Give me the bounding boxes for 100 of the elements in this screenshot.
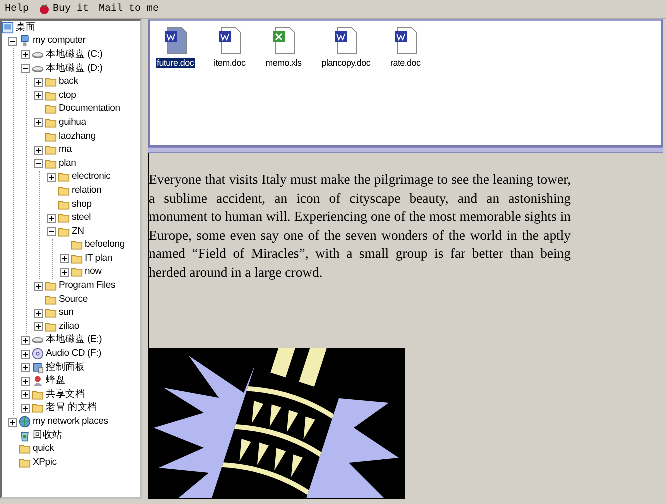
tree-item[interactable]: laozhang (59, 130, 96, 143)
file-name[interactable]: plancopy.doc (320, 58, 372, 68)
tree-item[interactable]: shop (72, 198, 92, 211)
expand-toggle[interactable] (34, 91, 43, 100)
collapse-toggle[interactable] (47, 227, 56, 236)
tree-item[interactable]: Program Files (59, 280, 116, 292)
tree-item[interactable]: ctop (59, 90, 76, 102)
plus-icon (47, 172, 56, 182)
folder-icon (45, 294, 57, 306)
tree-item[interactable]: 本地磁盘 (C:) (46, 48, 103, 61)
file-name[interactable]: memo.xls (264, 58, 303, 68)
file-name[interactable]: item.doc (213, 58, 247, 68)
spreadsheet-file-icon (272, 27, 296, 55)
expand-toggle[interactable] (34, 282, 43, 291)
folder-icon (45, 307, 57, 320)
tree-item[interactable]: now (85, 266, 102, 278)
expand-toggle[interactable] (21, 363, 30, 372)
tree-item[interactable]: my network places (33, 416, 108, 428)
expand-toggle[interactable] (21, 350, 30, 359)
tree-item[interactable]: ziliao (59, 320, 80, 333)
plus-icon (34, 308, 43, 318)
collapse-toggle[interactable] (8, 36, 17, 46)
tree-item[interactable]: XPpic (33, 456, 57, 469)
folder-icon (45, 130, 57, 143)
expand-toggle[interactable] (60, 254, 69, 264)
expand-toggle[interactable] (21, 336, 30, 345)
tree-item[interactable]: back (59, 76, 78, 88)
plus-icon (34, 118, 43, 128)
tree-item[interactable]: 蜂盘 (46, 375, 66, 388)
collapse-toggle[interactable] (21, 64, 30, 74)
expand-toggle[interactable] (34, 308, 43, 318)
expand-toggle[interactable] (34, 78, 43, 87)
folder-icon (58, 198, 70, 211)
plus-icon (21, 336, 30, 345)
tree-item[interactable]: guihua (59, 116, 86, 129)
tree-item[interactable]: relation (72, 184, 102, 197)
plus-icon (34, 91, 43, 100)
tree-item[interactable]: Audio CD (F:) (46, 348, 102, 360)
plus-icon (60, 268, 69, 277)
folder-icon (45, 320, 57, 333)
expand-toggle[interactable] (34, 322, 43, 332)
tree-item[interactable]: 桌面 (16, 22, 36, 34)
plus-icon (21, 390, 30, 400)
folder-icon (19, 443, 31, 456)
minus-icon (47, 227, 56, 236)
tree-item[interactable]: befoelong (85, 239, 125, 252)
folder-icon (32, 388, 44, 401)
tree-item[interactable]: my computer (33, 35, 86, 48)
tree-item[interactable]: IT plan (85, 252, 112, 265)
folder-icon (71, 266, 83, 278)
tree-item[interactable]: 老冒 的文档 (46, 402, 98, 414)
expand-toggle[interactable] (21, 390, 30, 400)
menu-item[interactable]: Buy it (34, 1, 94, 17)
expand-toggle[interactable] (21, 404, 30, 413)
tree-item[interactable]: plan (59, 158, 76, 170)
document-file-icon (164, 27, 188, 55)
tree-item[interactable]: Source (59, 294, 88, 306)
plus-icon (34, 322, 43, 332)
expand-toggle[interactable] (34, 118, 43, 128)
folder-icon (19, 456, 31, 469)
collapse-toggle[interactable] (34, 159, 43, 168)
tree-item[interactable]: Documentation (59, 103, 120, 116)
folder-icon (58, 226, 70, 238)
document-file-icon (394, 27, 418, 55)
folder-icon (58, 212, 70, 224)
control-panel-icon (32, 362, 44, 374)
tree-item[interactable]: ma (59, 144, 72, 156)
expand-toggle[interactable] (21, 376, 30, 386)
folder-icon (58, 171, 70, 184)
expand-toggle[interactable] (47, 172, 56, 182)
file-name[interactable]: rate.doc (390, 58, 422, 68)
tree-item[interactable]: sun (59, 307, 74, 320)
tree-item[interactable]: quick (33, 443, 54, 456)
globe-icon (19, 416, 31, 428)
tree-item[interactable]: 本地磁盘 (D:) (46, 62, 103, 75)
menu-item[interactable]: Mail to me (94, 1, 164, 17)
user-icon (32, 375, 44, 388)
plus-icon (34, 78, 43, 87)
file-name[interactable]: future.doc (156, 58, 196, 68)
tree-item[interactable]: electronic (72, 171, 111, 184)
expand-toggle[interactable] (8, 418, 17, 427)
tree-item[interactable]: ZN (72, 226, 84, 238)
plus-icon (34, 282, 43, 291)
menu-item[interactable]: Help (0, 1, 34, 17)
expand-toggle[interactable] (21, 50, 30, 60)
expand-toggle[interactable] (34, 146, 43, 155)
folder-icon (45, 280, 57, 292)
plus-icon (21, 363, 30, 372)
minus-icon (34, 159, 43, 168)
plus-icon (34, 146, 43, 155)
plus-icon (8, 418, 17, 427)
folder-icon (45, 144, 57, 156)
computer-icon (19, 35, 31, 48)
tree-item[interactable]: 回收站 (33, 430, 62, 442)
tree-item[interactable]: 本地磁盘 (E:) (46, 334, 102, 346)
tree-item[interactable]: steel (72, 212, 92, 224)
expand-toggle[interactable] (60, 268, 69, 277)
tree-item[interactable]: 控制面板 (46, 362, 86, 374)
tree-item[interactable]: 共享文档 (46, 388, 86, 401)
expand-toggle[interactable] (47, 214, 56, 223)
